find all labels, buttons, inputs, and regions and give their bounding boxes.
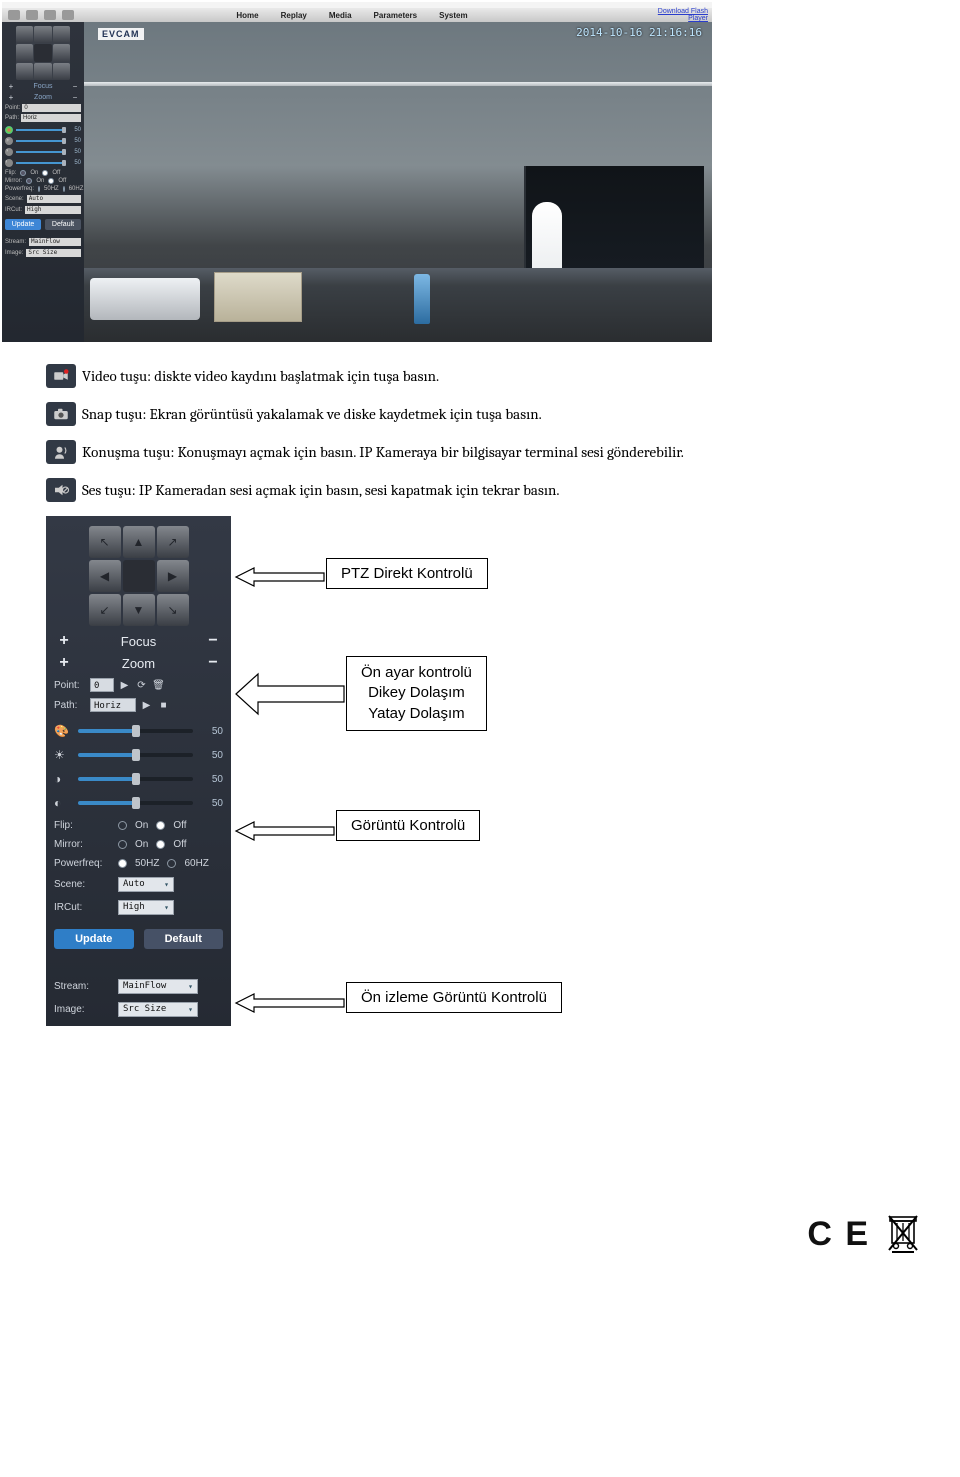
callout-arrow xyxy=(236,818,336,847)
talk-icon[interactable] xyxy=(44,10,56,20)
refresh-icon[interactable]: ⟳ xyxy=(135,679,148,692)
default-button[interactable]: Default xyxy=(144,929,224,949)
snapshot-icon[interactable] xyxy=(26,10,38,20)
sidebar-detail-with-callouts: ↖▲↗ ◀▶ ↙▼↘ +Focus− +Zoom− Point: 0 ▶ ⟳ 🗑… xyxy=(0,516,960,1036)
nav-replay[interactable]: Replay xyxy=(281,11,307,20)
ptz-dpad[interactable]: ↖▲↗ ◀▶ ↙▼↘ xyxy=(89,526,189,626)
nav-home[interactable]: Home xyxy=(236,11,258,20)
flip-row: Flip:OnOff xyxy=(54,820,223,831)
image-row: Image:Src Size▾ xyxy=(54,1002,223,1017)
contrast-slider[interactable]: ◑50 xyxy=(54,772,223,786)
point-select[interactable]: 0 xyxy=(90,678,114,692)
camera-ui-screenshot: Home Replay Media Parameters System Down… xyxy=(2,2,712,342)
compliance-marks: C E xyxy=(0,1206,960,1256)
ce-mark: C E xyxy=(807,1215,870,1254)
ircut-row: IRCut:High▾ xyxy=(54,900,223,915)
talk-button-desc: Konuşma tuşu: Konuşmayı açmak için basın… xyxy=(82,443,684,461)
callout-arrow xyxy=(236,990,346,1019)
snap-button-desc: Snap tuşu: Ekran görüntüsü yakalamak ve … xyxy=(82,405,542,423)
ptz-dpad[interactable] xyxy=(16,26,70,80)
camera-logo: EVCAM xyxy=(98,28,144,40)
play-icon[interactable]: ▶ xyxy=(140,699,153,712)
callout-arrow xyxy=(236,668,346,723)
ptz-sidebar-large: ↖▲↗ ◀▶ ↙▼↘ +Focus− +Zoom− Point: 0 ▶ ⟳ 🗑… xyxy=(46,516,231,1026)
hue-slider[interactable]: 🎨50 xyxy=(54,724,223,738)
ircut-select[interactable]: High▾ xyxy=(118,900,174,915)
default-button[interactable]: Default xyxy=(45,219,81,230)
nav-parameters[interactable]: Parameters xyxy=(374,11,418,20)
ptz-sidebar: +Focus− +Zoom− Point:0 Path:Horiz 50 ☀50… xyxy=(2,22,84,342)
zoom-row[interactable]: +Zoom− xyxy=(54,654,223,672)
path-select[interactable]: Horiz xyxy=(90,698,136,712)
stream-select[interactable]: MainFlow▾ xyxy=(118,979,198,994)
callout-image-control: Görüntü Kontrolü xyxy=(336,810,480,841)
stop-icon[interactable]: ■ xyxy=(157,699,170,712)
download-flash-link[interactable]: Download Flash Player xyxy=(622,8,712,22)
delete-icon[interactable]: 🗑 xyxy=(152,679,165,692)
focus-row[interactable]: +Focus− xyxy=(54,632,223,650)
callout-preset: Ön ayar kontrolü Dikey Dolaşım Yatay Dol… xyxy=(346,656,487,731)
callout-preview-control: Ön izleme Görüntü Kontrolü xyxy=(346,982,562,1013)
weee-bin-icon xyxy=(886,1211,920,1256)
nav-system[interactable]: System xyxy=(439,11,467,20)
scene-select[interactable]: Auto▾ xyxy=(118,877,174,892)
video-record-icon xyxy=(46,364,76,388)
path-row: Path: Horiz ▶ ■ xyxy=(54,698,223,712)
point-row: Point: 0 ▶ ⟳ 🗑 xyxy=(54,678,223,692)
scene-row: Scene:Auto▾ xyxy=(54,877,223,892)
icon-descriptions: Video tuşu: diskte video kaydını başlatm… xyxy=(46,364,960,502)
mirror-row: Mirror:OnOff xyxy=(54,839,223,850)
toolbar-icons xyxy=(2,8,82,22)
sound-button-desc: Ses tuşu: IP Kameradan sesi açmak için b… xyxy=(82,481,559,499)
top-nav-bar: Home Replay Media Parameters System Down… xyxy=(2,8,712,22)
nav-media[interactable]: Media xyxy=(329,11,352,20)
callout-arrow xyxy=(236,564,326,593)
video-timestamp: 2014-10-16 21:16:16 xyxy=(576,26,702,39)
stream-row: Stream:MainFlow▾ xyxy=(54,979,223,994)
saturation-slider[interactable]: ◐50 xyxy=(54,796,223,810)
live-video-view[interactable]: EVCAM 2014-10-16 21:16:16 xyxy=(84,22,712,342)
video-button-desc: Video tuşu: diskte video kaydını başlatm… xyxy=(82,367,439,385)
powerfreq-row: Powerfreq:50HZ60HZ xyxy=(54,858,223,869)
sound-mute-icon xyxy=(46,478,76,502)
snapshot-icon xyxy=(46,402,76,426)
update-button[interactable]: Update xyxy=(54,929,134,949)
image-select[interactable]: Src Size▾ xyxy=(118,1002,198,1017)
nav-tabs: Home Replay Media Parameters System xyxy=(82,11,622,20)
talk-icon xyxy=(46,440,76,464)
goto-icon[interactable]: ▶ xyxy=(118,679,131,692)
record-icon[interactable] xyxy=(8,10,20,20)
callout-ptz: PTZ Direkt Kontrolü xyxy=(326,558,488,589)
sound-icon[interactable] xyxy=(62,10,74,20)
update-button[interactable]: Update xyxy=(5,219,41,230)
brightness-slider[interactable]: ☀50 xyxy=(54,748,223,762)
